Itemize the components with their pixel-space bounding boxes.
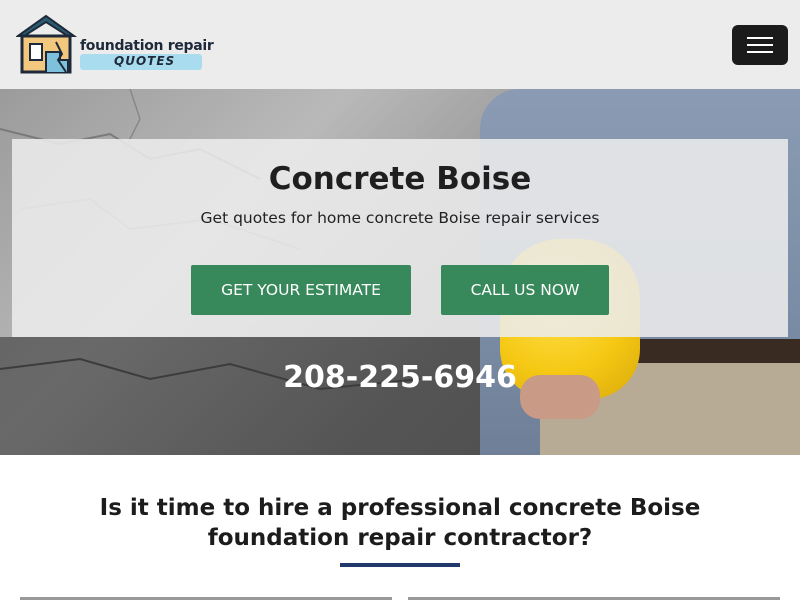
house-logo-icon (16, 14, 78, 74)
call-us-now-button[interactable]: CALL US NOW (441, 265, 609, 315)
hero-shadow-overlay (0, 337, 480, 455)
logo[interactable]: foundation repair QUOTES (16, 14, 214, 74)
page-title: Concrete Boise (268, 161, 532, 197)
logo-text-primary: foundation repair (80, 38, 214, 54)
menu-toggle-button[interactable] (732, 25, 788, 65)
hero-card: Concrete Boise Get quotes for home concr… (12, 139, 788, 337)
logo-text-secondary: QUOTES (114, 54, 176, 68)
hamburger-menu-icon (747, 37, 773, 39)
hero-subtitle: Get quotes for home concrete Boise repai… (200, 209, 600, 227)
get-estimate-button[interactable]: GET YOUR ESTIMATE (191, 265, 411, 315)
section-heading: Is it time to hire a professional concre… (99, 495, 701, 551)
heading-underline (340, 563, 460, 567)
navbar: foundation repair QUOTES (0, 0, 800, 89)
hero-banner: Concrete Boise Get quotes for home concr… (0, 89, 800, 455)
phone-number-link[interactable]: 208-225-6946 (0, 360, 800, 395)
